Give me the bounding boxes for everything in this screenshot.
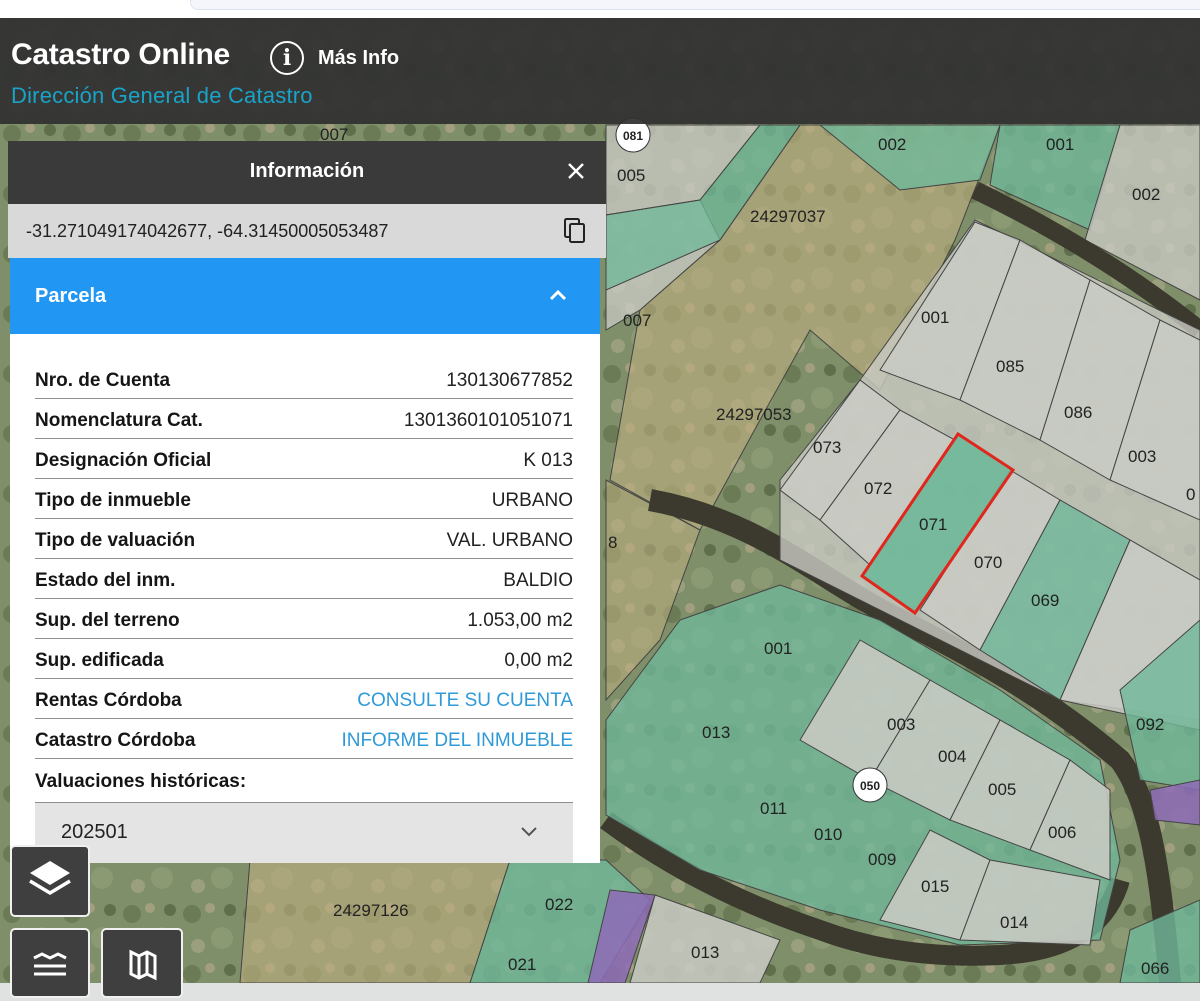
parcel-label: 009 <box>868 850 896 869</box>
basemap-icon <box>129 949 157 981</box>
attribute-row: Catastro Córdoba INFORME DEL INMUEBLE <box>35 719 573 759</box>
parcel-label: 005 <box>988 780 1016 799</box>
attribute-value: URBANO <box>491 489 573 511</box>
info-panel: Información -31.271049174042677, -64.314… <box>8 141 606 863</box>
parcel-label: 24297126 <box>333 901 409 920</box>
attribute-label: Designación Oficial <box>35 449 212 471</box>
attribute-value: 0,00 m2 <box>504 649 573 671</box>
attribute-row: Estado del inm. BALDIO <box>35 559 573 599</box>
attribute-label: Nomenclatura Cat. <box>35 409 203 431</box>
parcel-label: 24297037 <box>750 207 826 226</box>
attribute-value: K 013 <box>523 449 573 471</box>
rentas-account-link[interactable]: CONSULTE SU CUENTA <box>357 690 573 712</box>
legend-button[interactable] <box>10 928 90 998</box>
parcel-label: 002 <box>878 135 906 154</box>
attribute-label: Estado del inm. <box>35 569 176 591</box>
info-panel-header: Información <box>8 141 606 204</box>
parcel-label: 015 <box>921 877 949 896</box>
parcel-label: 24297053 <box>716 405 792 424</box>
parcela-section-header[interactable]: Parcela <box>10 258 600 334</box>
coordinates-bar: -31.271049174042677, -64.31450005053487 <box>8 204 606 258</box>
parcel-label: 8 <box>608 533 617 552</box>
parcel-label: 005 <box>617 166 645 185</box>
attribute-label: Tipo de valuación <box>35 529 196 551</box>
parcel-label: 001 <box>921 308 949 327</box>
more-info-button[interactable]: i Más Info <box>270 38 399 78</box>
parcel-label: 071 <box>919 515 947 534</box>
parcel-label: 072 <box>864 479 892 498</box>
parcel-label: 010 <box>814 825 842 844</box>
browser-top-strip <box>0 0 1200 18</box>
attribute-label: Sup. edificada <box>35 649 164 671</box>
history-label: Valuaciones históricas: <box>35 771 247 792</box>
attribute-label: Rentas Córdoba <box>35 689 182 711</box>
attribute-label: Tipo de inmueble <box>35 489 191 511</box>
coordinates-text: -31.271049174042677, -64.31450005053487 <box>26 221 389 241</box>
attribute-label: Nro. de Cuenta <box>35 369 171 391</box>
attribute-row: Tipo de valuación VAL. URBANO <box>35 519 573 559</box>
badge-label: 081 <box>623 129 643 143</box>
parcel-label: 013 <box>691 943 719 962</box>
parcel-label: 066 <box>1141 959 1169 978</box>
parcel-label: 006 <box>1048 823 1076 842</box>
parcel-label: 002 <box>1132 185 1160 204</box>
app-header: Catastro Online Dirección General de Cat… <box>0 18 1200 124</box>
parcel-label: 0 <box>1186 485 1195 504</box>
attribute-row: Tipo de inmueble URBANO <box>35 479 573 519</box>
copy-icon[interactable] <box>562 217 588 245</box>
chevron-up-icon <box>549 289 567 301</box>
attribute-row: Sup. edificada 0,00 m2 <box>35 639 573 679</box>
history-select[interactable]: 202501 <box>35 802 573 863</box>
app-title: Catastro Online <box>11 38 230 71</box>
parcel-label: 004 <box>938 747 966 766</box>
block-badge-050: 050 <box>852 767 888 803</box>
info-panel-title: Información <box>249 160 365 182</box>
history-selected-value: 202501 <box>61 821 128 843</box>
more-info-label: Más Info <box>318 46 400 69</box>
parcel-label: 073 <box>813 438 841 457</box>
parcel-label: 086 <box>1064 403 1092 422</box>
parcel-24297126[interactable] <box>239 859 511 983</box>
attribute-row: Sup. del terreno 1.053,00 m2 <box>35 599 573 639</box>
basemap-button[interactable] <box>101 928 183 998</box>
parcel-label: 013 <box>702 723 730 742</box>
property-report-link[interactable]: INFORME DEL INMUEBLE <box>341 730 573 752</box>
parcel-label: 021 <box>508 955 536 974</box>
parcel-label: 092 <box>1136 715 1164 734</box>
chevron-down-icon <box>521 827 537 837</box>
attribute-label: Sup. del terreno <box>35 609 180 631</box>
badge-label: 050 <box>860 779 880 793</box>
attribute-row: Nro. de Cuenta 130130677852 <box>35 359 573 399</box>
parcel-label: 001 <box>1046 135 1074 154</box>
parcel-label: 069 <box>1031 591 1059 610</box>
attribute-row: Rentas Córdoba CONSULTE SU CUENTA <box>35 679 573 719</box>
attribute-label: Catastro Córdoba <box>35 729 196 751</box>
attribute-row: Nomenclatura Cat. 1301360101051071 <box>35 399 573 439</box>
attribute-value: VAL. URBANO <box>446 529 573 551</box>
legend-icon <box>33 952 67 976</box>
parcel-label: 011 <box>760 799 787 818</box>
attribute-value: 1.053,00 m2 <box>467 609 573 631</box>
parcel-label: 085 <box>996 357 1024 376</box>
parcel-label: 003 <box>1128 447 1156 466</box>
attribute-value: 1301360101051071 <box>403 409 573 431</box>
parcel-label: 007 <box>623 311 651 330</box>
parcel-label: 070 <box>974 553 1002 572</box>
info-panel-body: Parcela Nro. de Cuenta 130130677852 Nomen… <box>10 258 600 863</box>
layers-icon <box>29 861 71 896</box>
attribute-value: BALDIO <box>503 569 573 591</box>
parcel-label: 003 <box>887 715 915 734</box>
layers-button[interactable] <box>10 845 90 917</box>
parcel-label: 014 <box>1000 913 1028 932</box>
parcela-section-title: Parcela <box>35 285 107 307</box>
address-bar-edge <box>190 0 1200 10</box>
app-subtitle[interactable]: Dirección General de Catastro <box>11 83 313 109</box>
parcel-label: 001 <box>764 639 792 658</box>
parcel-label: 022 <box>545 895 573 914</box>
attribute-value: 130130677852 <box>446 369 573 391</box>
parcel-attributes: Nro. de Cuenta 130130677852 Nomenclatura … <box>35 359 573 759</box>
attribute-row: Designación Oficial K 013 <box>35 439 573 479</box>
close-icon[interactable] <box>562 157 590 185</box>
info-icon: i <box>270 41 304 75</box>
